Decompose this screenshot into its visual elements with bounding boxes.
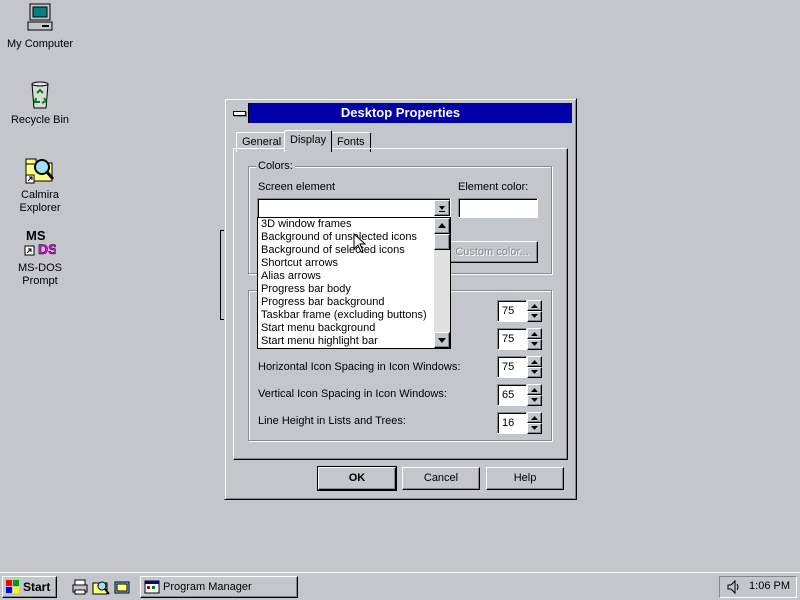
spacing-stepper-1[interactable]: [527, 300, 542, 322]
start-button[interactable]: Start: [2, 576, 57, 598]
list-item[interactable]: Start menu background: [258, 322, 450, 335]
tab-display[interactable]: Display: [284, 130, 333, 152]
element-color-label: Element color:: [458, 181, 529, 193]
stepper-up-button[interactable]: [527, 384, 542, 395]
folder-icon[interactable]: [113, 578, 131, 596]
custom-color-button[interactable]: Custom color...: [446, 241, 538, 263]
taskbar-item-program-manager[interactable]: Program Manager: [140, 576, 298, 598]
spacing-field-1[interactable]: 75: [497, 300, 527, 322]
arrow-down-icon: [531, 370, 538, 374]
vertical-icon-spacing-field[interactable]: 65: [497, 384, 527, 406]
colors-group-legend: Colors:: [256, 160, 295, 172]
list-item[interactable]: Progress bar body: [258, 283, 450, 296]
dialog-title: Desktop Properties: [340, 105, 461, 120]
spacing-field-2[interactable]: 75: [497, 328, 527, 350]
stepper-up-button[interactable]: [527, 412, 542, 423]
screen-element-label: Screen element: [258, 181, 336, 193]
arrow-down-icon: [531, 342, 538, 346]
arrow-down-icon: [438, 338, 446, 343]
arrow-up-icon: [438, 223, 446, 228]
horizontal-icon-spacing-field[interactable]: 75: [497, 356, 527, 378]
taskbar: Start Program Manager 1:06 PM: [0, 572, 800, 600]
speaker-icon[interactable]: [726, 579, 742, 595]
computer-icon: [27, 3, 53, 31]
printer-icon[interactable]: [71, 578, 89, 596]
desktop-icon-label: Recycle Bin: [10, 114, 70, 126]
list-item[interactable]: 3D window frames: [258, 218, 450, 231]
program-manager-icon: [144, 580, 160, 594]
scroll-up-button[interactable]: [434, 218, 450, 234]
windows-logo-icon: [6, 580, 19, 593]
svg-text:DS: DS: [38, 241, 56, 257]
arrow-up-icon: [531, 332, 538, 336]
chevron-down-icon: [439, 206, 445, 212]
desktop-icon-label: MS-DOS Prompt: [18, 262, 62, 287]
stepper-down-button[interactable]: [527, 423, 542, 434]
vertical-icon-spacing-stepper[interactable]: [527, 384, 542, 406]
recycle-bin-icon: [31, 81, 49, 109]
desktop-icon-calmira-explorer[interactable]: Calmira Explorer: [0, 153, 80, 215]
stepper-down-button[interactable]: [527, 339, 542, 350]
list-item[interactable]: Alias arrows: [258, 270, 450, 283]
cancel-button[interactable]: Cancel: [402, 467, 480, 490]
desktop-icon-recycle-bin[interactable]: Recycle Bin: [0, 78, 80, 127]
horizontal-icon-spacing-stepper[interactable]: [527, 356, 542, 378]
line-height-label: Line Height in Lists and Trees:: [258, 415, 406, 427]
list-item[interactable]: Progress bar background: [258, 296, 450, 309]
scroll-down-button[interactable]: [434, 332, 450, 348]
desktop-icon-label: Calmira Explorer: [19, 189, 61, 214]
msdos-icon: MS DS: [24, 228, 56, 257]
screen-element-combobox[interactable]: [257, 198, 451, 218]
stepper-down-button[interactable]: [527, 395, 542, 406]
stepper-down-button[interactable]: [527, 367, 542, 378]
list-item[interactable]: Shortcut arrows: [258, 257, 450, 270]
arrow-down-icon: [531, 398, 538, 402]
clock[interactable]: 1:06 PM: [749, 580, 790, 592]
stepper-up-button[interactable]: [527, 328, 542, 339]
ok-button[interactable]: OK: [317, 466, 397, 491]
help-button[interactable]: Help: [486, 467, 564, 490]
line-height-stepper[interactable]: [527, 412, 542, 434]
arrow-up-icon: [531, 388, 538, 392]
list-item[interactable]: Start menu highlight bar: [258, 335, 450, 348]
element-color-swatch[interactable]: [458, 198, 538, 218]
stepper-down-button[interactable]: [527, 311, 542, 322]
horizontal-icon-spacing-label: Horizontal Icon Spacing in Icon Windows:: [258, 361, 461, 373]
list-item[interactable]: Taskbar frame (excluding buttons): [258, 309, 450, 322]
system-tray: 1:06 PM: [719, 576, 797, 598]
desktop-icon-label: My Computer: [6, 38, 74, 50]
line-height-field[interactable]: 16: [497, 412, 527, 434]
scroll-thumb[interactable]: [434, 234, 450, 250]
vertical-icon-spacing-label: Vertical Icon Spacing in Icon Windows:: [258, 388, 447, 400]
stepper-up-button[interactable]: [527, 300, 542, 311]
dialog-title-bar[interactable]: Desktop Properties: [229, 103, 572, 123]
arrow-up-icon: [531, 360, 538, 364]
arrow-up-icon: [531, 416, 538, 420]
arrow-up-icon: [531, 304, 538, 308]
arrow-down-icon: [531, 426, 538, 430]
mouse-cursor-icon: [353, 233, 367, 253]
system-menu-button[interactable]: [229, 103, 249, 123]
desktop-icon-my-computer[interactable]: My Computer: [0, 2, 80, 51]
search-icon[interactable]: [92, 578, 110, 596]
spacing-stepper-2[interactable]: [527, 328, 542, 350]
desktop-icon-msdos-prompt[interactable]: MS DS MS-DOS Prompt: [0, 226, 80, 288]
explorer-icon: [25, 158, 55, 184]
stepper-up-button[interactable]: [527, 356, 542, 367]
list-scrollbar[interactable]: [434, 218, 450, 348]
screen-element-dropdown-button[interactable]: [434, 200, 450, 216]
arrow-down-icon: [531, 314, 538, 318]
